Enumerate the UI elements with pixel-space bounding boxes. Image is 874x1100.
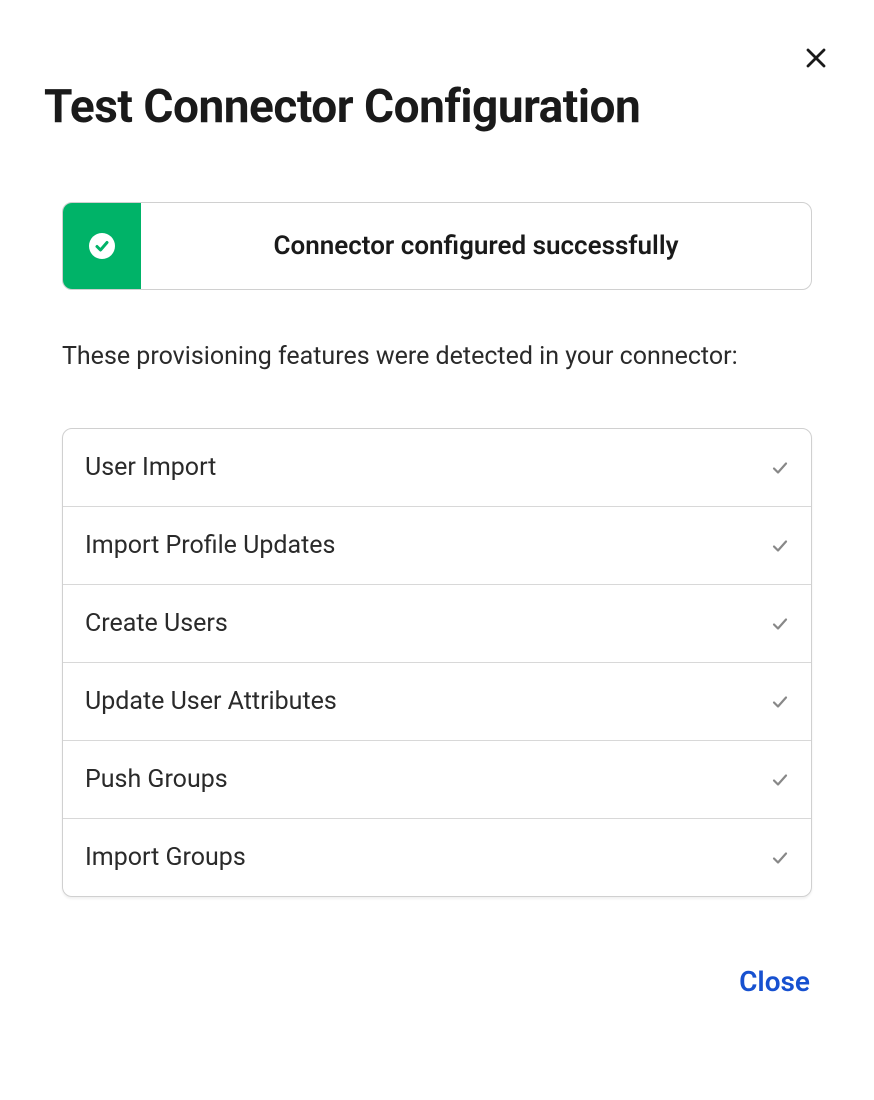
modal-dialog: Test Connector Configuration Connector c… [0, 0, 874, 1042]
check-icon [771, 771, 789, 789]
status-message: Connector configured successfully [141, 203, 811, 289]
feature-label: Import Groups [85, 843, 246, 872]
feature-label: Update User Attributes [85, 687, 337, 716]
feature-item: Create Users [63, 585, 811, 663]
check-icon [771, 615, 789, 633]
status-banner: Connector configured successfully [62, 202, 812, 290]
feature-item: Push Groups [63, 741, 811, 819]
feature-item: Update User Attributes [63, 663, 811, 741]
check-circle-icon [89, 233, 115, 259]
feature-list: User Import Import Profile Updates Creat… [62, 428, 812, 897]
feature-label: Create Users [85, 609, 228, 638]
feature-label: Push Groups [85, 765, 228, 794]
modal-title: Test Connector Configuration [44, 80, 830, 134]
features-description: These provisioning features were detecte… [62, 334, 812, 380]
check-icon [771, 537, 789, 555]
feature-item: User Import [63, 429, 811, 507]
check-icon [771, 459, 789, 477]
feature-label: User Import [85, 453, 216, 482]
close-icon[interactable] [802, 44, 830, 72]
check-icon [771, 849, 789, 867]
feature-item: Import Profile Updates [63, 507, 811, 585]
status-icon-box [63, 203, 141, 289]
modal-footer: Close [62, 965, 812, 998]
modal-content: Connector configured successfully These … [44, 202, 830, 998]
close-button[interactable]: Close [739, 965, 810, 998]
feature-label: Import Profile Updates [85, 531, 335, 560]
check-icon [771, 693, 789, 711]
feature-item: Import Groups [63, 819, 811, 896]
